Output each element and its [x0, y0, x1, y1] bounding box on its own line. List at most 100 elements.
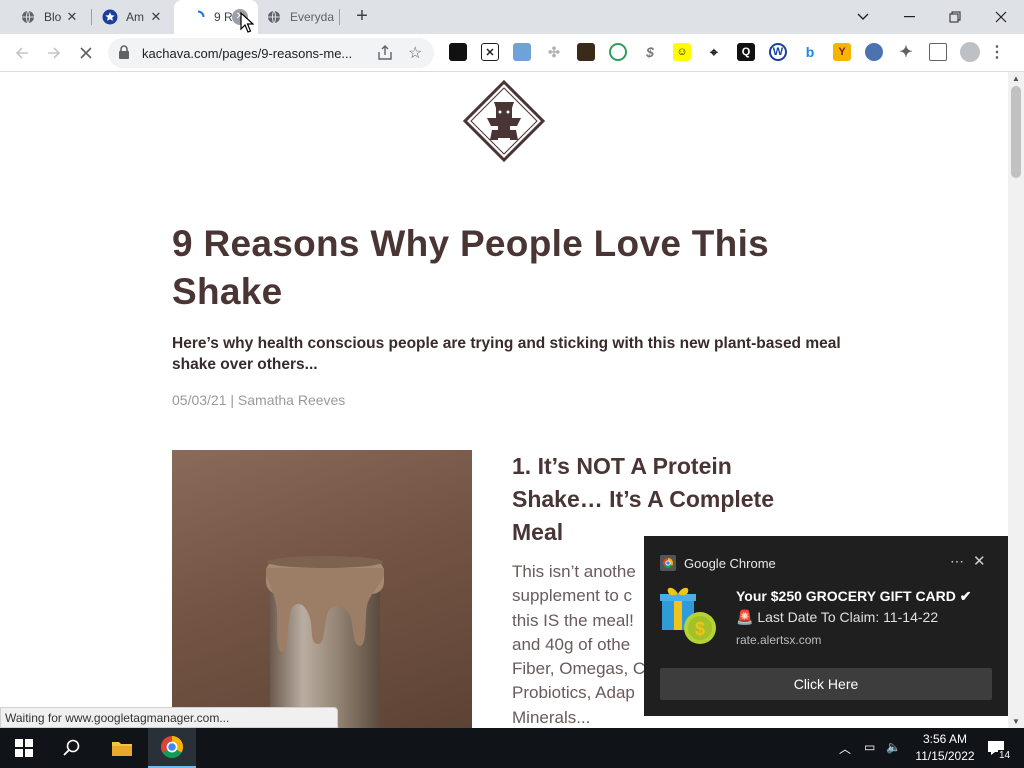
section-1-body: This isn’t anothe supplement to c this I…: [512, 560, 647, 728]
search-icon: [63, 739, 80, 756]
side-panel-icon[interactable]: [929, 43, 947, 61]
network-icon[interactable]: ▭: [864, 740, 875, 754]
lock-icon: [119, 45, 129, 59]
tab-close-icon[interactable]: ✕: [64, 9, 80, 25]
svg-text:$: $: [695, 619, 705, 639]
screen: Blo ✕ Am ✕ 9 R ✕ Everyda + kachava.com/p…: [0, 0, 1024, 768]
loading-spinner-icon: [190, 9, 206, 25]
extensions-puzzle-icon[interactable]: ✦: [897, 43, 915, 61]
restore-button[interactable]: [932, 0, 978, 34]
tab-strip: Blo ✕ Am ✕ 9 R ✕ Everyda +: [0, 0, 1024, 34]
arrow-right-icon: [48, 47, 61, 59]
tab-title: Blo: [44, 10, 62, 24]
windows-logo-icon: [15, 739, 33, 757]
ext-puzzle-grey-icon[interactable]: ✣: [545, 43, 563, 61]
address-bar[interactable]: kachava.com/pages/9-reasons-me... ☆: [108, 38, 434, 68]
page-scrollbar[interactable]: ▲ ▼: [1008, 72, 1024, 728]
tab-close-icon[interactable]: ✕: [148, 9, 164, 25]
article-meta: 05/03/21 | Samatha Reeves: [172, 392, 346, 408]
share-icon[interactable]: [376, 44, 394, 62]
body-line: Fiber, Omegas, C: [512, 659, 646, 679]
stop-loading-button[interactable]: [74, 41, 98, 65]
ext-green-circle-icon[interactable]: [609, 43, 627, 61]
new-tab-button[interactable]: +: [352, 6, 372, 27]
clock-time: 3:56 AM: [922, 732, 968, 746]
bookmark-star-icon[interactable]: ☆: [408, 43, 422, 63]
chrome-taskbar-button[interactable]: [148, 728, 196, 768]
article-title: 9 Reasons Why People Love This Shake: [172, 223, 770, 312]
ext-globe-icon[interactable]: [865, 43, 883, 61]
ext-dollar-icon[interactable]: $: [641, 43, 659, 61]
tab-title: 9 R: [214, 10, 233, 24]
restore-icon: [949, 11, 961, 23]
volume-icon[interactable]: 🔈: [886, 740, 901, 754]
tab-4[interactable]: Everyda: [258, 0, 340, 34]
body-line: this IS the meal!: [512, 610, 634, 630]
start-button[interactable]: [0, 728, 48, 768]
more-options-icon[interactable]: ⋯: [950, 553, 964, 570]
chrome-notification[interactable]: Google Chrome ⋯ ✕ $ Your $250 GROCERY GI…: [644, 536, 1008, 716]
stop-x-icon: [80, 47, 92, 59]
notification-app-name: Google Chrome: [684, 556, 776, 571]
tab-separator: [339, 9, 340, 25]
arrow-left-icon: [15, 47, 28, 59]
forward-button[interactable]: [42, 41, 66, 65]
windows-taskbar: ︿ ▭ 🔈 3:56 AM 11/15/2022 14: [0, 728, 1024, 768]
ext-photo-icon[interactable]: [513, 43, 531, 61]
action-center-button[interactable]: 14: [976, 728, 1016, 768]
mouse-cursor-icon: [240, 12, 254, 33]
profile-icon[interactable]: [960, 42, 980, 62]
ext-xbox-icon[interactable]: ✕: [481, 43, 499, 61]
chrome-icon: [161, 736, 183, 758]
shake-jar-image: [172, 450, 472, 728]
body-line: This isn’t anothe: [512, 562, 636, 581]
back-button[interactable]: [10, 41, 34, 65]
file-explorer-button[interactable]: [98, 728, 146, 768]
clock[interactable]: 3:56 AM 11/15/2022: [912, 731, 978, 765]
ext-q-icon[interactable]: Q: [737, 43, 755, 61]
notification-title: Your $250 GROCERY GIFT CARD ✔: [736, 588, 972, 604]
scrollbar-thumb[interactable]: [1011, 86, 1021, 178]
folder-icon: [112, 742, 132, 756]
body-line: Probiotics, Adap: [512, 683, 635, 703]
article-subtitle: Here’s why health conscious people are t…: [172, 335, 841, 373]
tab-search-button[interactable]: [840, 0, 886, 34]
scroll-up-arrow-icon[interactable]: ▲: [1012, 74, 1020, 83]
close-notification-icon[interactable]: ✕: [973, 552, 986, 570]
tab-2[interactable]: Am ✕: [82, 0, 174, 34]
chrome-icon: [660, 555, 676, 571]
close-icon: [995, 11, 1007, 23]
gift-card-icon: $: [660, 587, 716, 644]
clock-date: 11/15/2022: [915, 749, 975, 763]
scroll-down-arrow-icon[interactable]: ▼: [1012, 717, 1020, 726]
search-button[interactable]: [48, 728, 96, 768]
section-1-heading: 1. It’s NOT A Protein Shake… It’s A Comp…: [512, 453, 775, 545]
tab-title: Am: [126, 10, 144, 24]
ext-snapchat-icon[interactable]: ☺: [673, 43, 691, 61]
notification-source: rate.alertsx.com: [736, 633, 822, 647]
globe-icon: [20, 9, 36, 25]
menu-kebab-icon[interactable]: ⋮: [989, 43, 1005, 61]
body-line: Minerals...: [512, 707, 591, 727]
chevron-down-icon: [857, 13, 869, 20]
notification-count-badge: 14: [998, 750, 1012, 761]
notification-message: 🚨 Last Date To Claim: 11-14-22: [736, 609, 939, 625]
ext-bing-icon[interactable]: b: [801, 43, 819, 61]
chevron-up-icon[interactable]: ︿: [839, 740, 851, 757]
click-here-button[interactable]: Click Here: [660, 668, 992, 700]
ext-black-square-icon[interactable]: [449, 43, 467, 61]
blue-star-icon: [102, 9, 118, 25]
body-line: supplement to c: [512, 586, 633, 606]
close-window-button[interactable]: [978, 0, 1024, 34]
ext-wordpress-icon[interactable]: W: [769, 43, 787, 61]
kachava-logo[interactable]: [463, 80, 545, 162]
ext-film-icon[interactable]: [577, 43, 595, 61]
minimize-button[interactable]: [886, 0, 932, 34]
tab-1[interactable]: Blo ✕: [0, 0, 90, 34]
ext-location-icon[interactable]: ⌖: [705, 43, 723, 61]
body-line: and 40g of othe: [512, 634, 631, 654]
ext-y-icon[interactable]: Y: [833, 43, 851, 61]
url-text: kachava.com/pages/9-reasons-me...: [142, 46, 353, 61]
globe-icon: [266, 9, 282, 25]
tab-title: Everyda: [290, 10, 335, 24]
